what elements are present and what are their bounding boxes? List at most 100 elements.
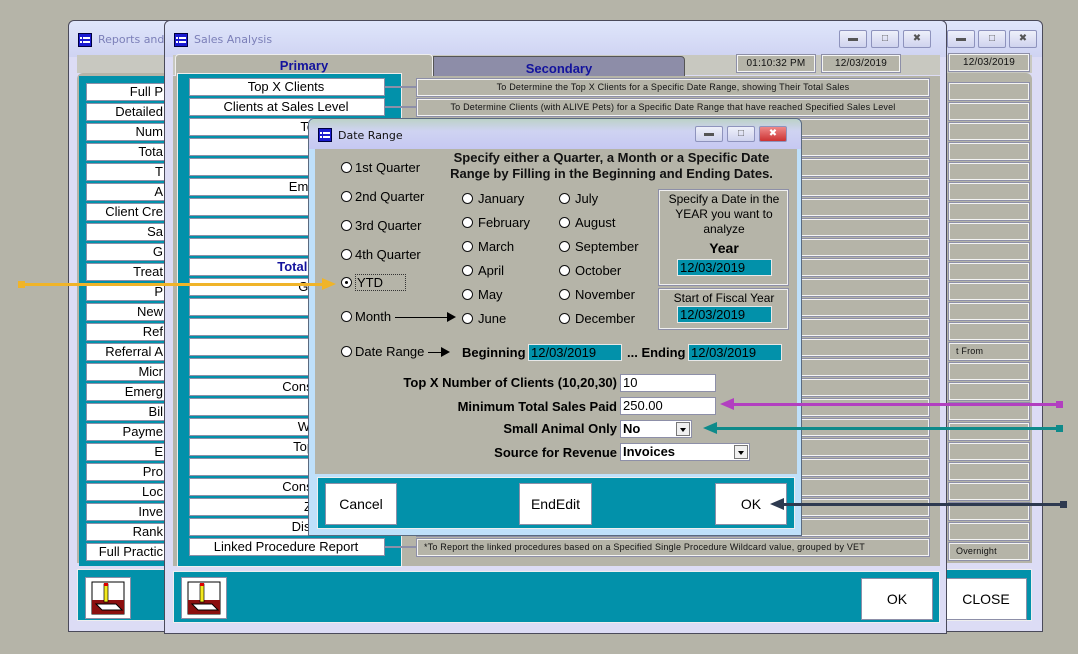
radio-2nd-quarter[interactable]: 2nd Quarter: [341, 189, 424, 204]
tab-secondary[interactable]: Secondary: [433, 56, 685, 77]
minimize-button[interactable]: ▬: [839, 30, 867, 48]
radio-month-option[interactable]: November: [559, 287, 635, 302]
top-x-input[interactable]: 10: [620, 374, 716, 392]
radio-month[interactable]: Month: [341, 309, 391, 324]
date-display: 12/03/2019: [821, 54, 901, 73]
close-window-button[interactable]: ✖: [903, 30, 931, 48]
source-revenue-select[interactable]: Invoices: [620, 443, 750, 461]
reports-description: [948, 442, 1030, 461]
reports-edit-icon[interactable]: [85, 577, 131, 619]
reports-description: [948, 182, 1030, 201]
reports-list-item[interactable]: Full Practic: [86, 543, 166, 561]
radio-month-option[interactable]: January: [462, 191, 524, 206]
reports-list-item[interactable]: Emerg: [86, 383, 166, 401]
radio-button[interactable]: [559, 265, 570, 276]
radio-button[interactable]: [462, 289, 473, 300]
radio-button[interactable]: [341, 346, 352, 357]
reports-list-item[interactable]: A: [86, 183, 166, 201]
radio-button-selected[interactable]: [341, 277, 352, 288]
reports-list-item[interactable]: Inve: [86, 503, 166, 521]
radio-ytd[interactable]: YTD: [341, 274, 406, 291]
radio-button[interactable]: [559, 241, 570, 252]
beginning-date-field[interactable]: 12/03/2019: [528, 344, 622, 361]
small-animal-label: Small Animal Only: [503, 421, 617, 436]
endedit-button[interactable]: EndEdit: [519, 483, 592, 525]
dialog-title: Date Range: [338, 129, 403, 142]
maximize-button[interactable]: □: [727, 126, 755, 142]
reports-list-item[interactable]: Treat: [86, 263, 166, 281]
radio-month-option[interactable]: March: [462, 239, 514, 254]
radio-button[interactable]: [462, 241, 473, 252]
chevron-down-icon[interactable]: [734, 445, 748, 459]
report-list-item[interactable]: Top X Clients: [189, 78, 385, 96]
form-icon: [174, 33, 188, 47]
reports-list-item[interactable]: New: [86, 303, 166, 321]
sales-edit-icon[interactable]: [181, 577, 227, 619]
radio-month-option[interactable]: December: [559, 311, 635, 326]
report-list-item[interactable]: Linked Procedure Report: [189, 538, 385, 556]
year-field[interactable]: 12/03/2019: [677, 259, 772, 276]
reports-list-item[interactable]: Num: [86, 123, 166, 141]
radio-month-option[interactable]: February: [462, 215, 530, 230]
reports-list-item[interactable]: Loc: [86, 483, 166, 501]
cancel-button[interactable]: Cancel: [325, 483, 397, 525]
radio-button[interactable]: [462, 313, 473, 324]
radio-button[interactable]: [341, 191, 352, 202]
reports-list-item[interactable]: Full P: [86, 83, 166, 101]
radio-button[interactable]: [462, 265, 473, 276]
sales-ok-button[interactable]: OK: [861, 578, 933, 620]
radio-month-option[interactable]: September: [559, 239, 639, 254]
radio-month-option[interactable]: June: [462, 311, 506, 326]
radio-button[interactable]: [559, 217, 570, 228]
close-button[interactable]: CLOSE: [945, 578, 1027, 620]
close-window-button[interactable]: ✖: [1009, 30, 1037, 48]
reports-list-item[interactable]: T: [86, 163, 166, 181]
close-window-button[interactable]: ✖: [759, 126, 787, 142]
reports-list-item[interactable]: Referral A: [86, 343, 166, 361]
radio-button[interactable]: [341, 162, 352, 173]
reports-list-item[interactable]: Rank: [86, 523, 166, 541]
reports-list-item[interactable]: Ref: [86, 323, 166, 341]
reports-list-item[interactable]: Pro: [86, 463, 166, 481]
radio-1st-quarter[interactable]: 1st Quarter: [341, 160, 420, 175]
report-list-item[interactable]: Clients at Sales Level: [189, 98, 385, 116]
radio-button[interactable]: [462, 217, 473, 228]
fiscal-year-field[interactable]: 12/03/2019: [677, 306, 772, 323]
maximize-button[interactable]: □: [978, 30, 1006, 48]
reports-list-item[interactable]: E: [86, 443, 166, 461]
year-hint: Specify a Date in the YEAR you want to a…: [668, 192, 780, 236]
maximize-button[interactable]: □: [871, 30, 899, 48]
radio-month-option[interactable]: May: [462, 287, 503, 302]
minimize-button[interactable]: ▬: [947, 30, 975, 48]
minimize-button[interactable]: ▬: [695, 126, 723, 142]
reports-list-item[interactable]: Detailed: [86, 103, 166, 121]
radio-button[interactable]: [341, 249, 352, 260]
radio-month-option[interactable]: August: [559, 215, 615, 230]
sales-footer: [173, 571, 940, 623]
radio-4th-quarter[interactable]: 4th Quarter: [341, 247, 421, 262]
radio-date-range[interactable]: Date Range: [341, 344, 424, 359]
radio-month-option[interactable]: October: [559, 263, 621, 278]
radio-button[interactable]: [462, 193, 473, 204]
radio-button[interactable]: [341, 220, 352, 231]
radio-button[interactable]: [559, 193, 570, 204]
reports-list-item[interactable]: Payme: [86, 423, 166, 441]
reports-list-item[interactable]: Client Cre: [86, 203, 166, 221]
ending-date-field[interactable]: 12/03/2019: [688, 344, 782, 361]
radio-month-option[interactable]: April: [462, 263, 504, 278]
source-revenue-label: Source for Revenue: [494, 445, 617, 460]
radio-button[interactable]: [341, 311, 352, 322]
reports-list-item[interactable]: Tota: [86, 143, 166, 161]
reports-list-item[interactable]: Bil: [86, 403, 166, 421]
min-sales-input[interactable]: 250.00: [620, 397, 716, 415]
radio-month-option[interactable]: July: [559, 191, 598, 206]
chevron-down-icon[interactable]: [676, 422, 690, 436]
radio-button[interactable]: [559, 289, 570, 300]
reports-description: [948, 302, 1030, 321]
reports-list-item[interactable]: Sa: [86, 223, 166, 241]
reports-list-item[interactable]: G: [86, 243, 166, 261]
radio-button[interactable]: [559, 313, 570, 324]
small-animal-select[interactable]: No: [620, 420, 692, 438]
radio-3rd-quarter[interactable]: 3rd Quarter: [341, 218, 421, 233]
reports-list-item[interactable]: Micr: [86, 363, 166, 381]
